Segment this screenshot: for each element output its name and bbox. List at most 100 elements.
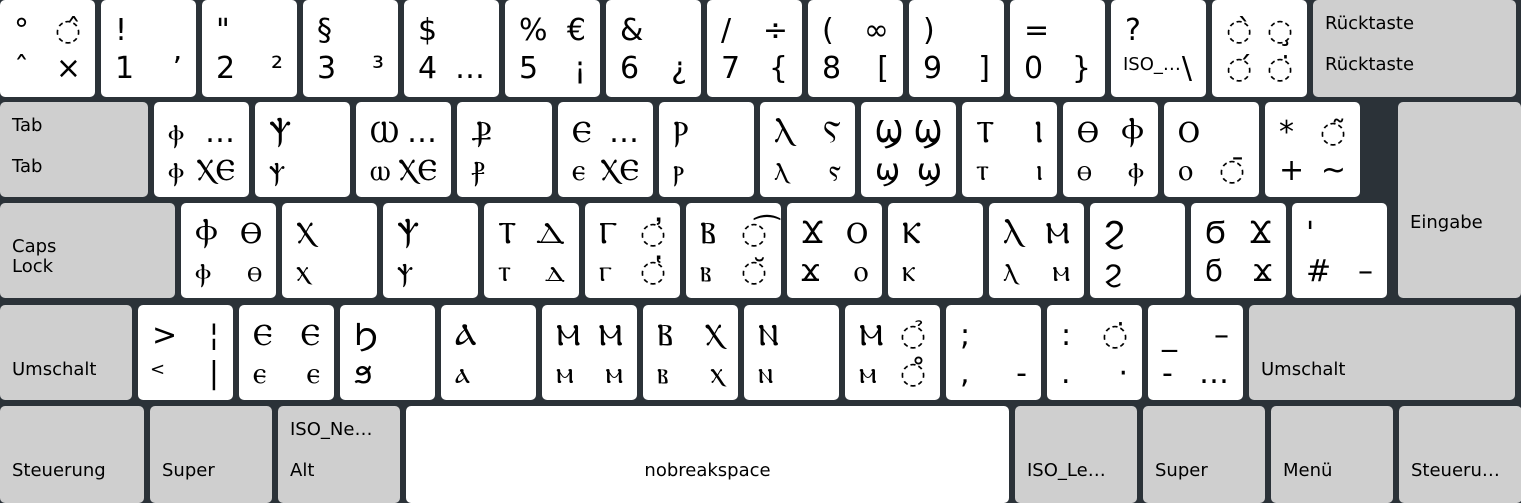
- key-l[interactable]: ⲖⲘⲗⲙ: [989, 203, 1084, 298]
- key-left-shift[interactable]: Umschalt: [0, 305, 132, 400]
- key-x[interactable]: Ϧϧ: [340, 305, 435, 400]
- key-label-shift: $: [418, 13, 438, 48]
- key-f[interactable]: ⲦⲆⲧⲇ: [484, 203, 579, 298]
- key-y[interactable]: ⲈⲈⲉ ⲉ: [239, 305, 334, 400]
- key-label-altgr: ·: [1118, 356, 1128, 391]
- key-left-ctrl[interactable]: Steuerung: [0, 406, 144, 503]
- key-h[interactable]: Ⲃ ◌͡ ⲃ ◌̆: [686, 203, 781, 298]
- key-label-altgr: ⲓ: [1035, 153, 1043, 188]
- key-label-altgr-shift: ¦: [208, 318, 219, 353]
- key-menu[interactable]: Menü: [1271, 406, 1393, 503]
- key-tab[interactable]: Tab Tab: [0, 102, 148, 197]
- key-label-base: 1: [115, 51, 135, 86]
- key-8[interactable]: (∞ 8 [: [808, 0, 903, 97]
- key-u[interactable]: ⲖⲊⲗ ⲋ: [760, 102, 855, 197]
- key-label-altgr-shift: –: [1214, 318, 1229, 353]
- key-right-alt[interactable]: ISO_Le…: [1015, 406, 1137, 503]
- key-3[interactable]: § 3 ³: [303, 0, 398, 97]
- key-t[interactable]: Ⲉ … ⲉ ⲬⲈ: [558, 102, 653, 197]
- key-label-bottom: Steuerung: [12, 460, 106, 481]
- key-left-super[interactable]: Super: [150, 406, 272, 503]
- key-label-base: ,: [960, 356, 970, 391]
- key-backspace[interactable]: Rücktaste Rücktaste: [1313, 0, 1516, 97]
- key-6[interactable]: & 6 ¿: [606, 0, 701, 97]
- key-enter[interactable]: Eingabe: [1398, 102, 1521, 298]
- key-odiaeresis[interactable]: Ϩϩ: [1090, 203, 1185, 298]
- key-label-shift: :: [1061, 318, 1072, 353]
- key-label-shift: ): [923, 13, 935, 48]
- key-9[interactable]: ) 9]: [909, 0, 1004, 97]
- key-label-shift: &: [620, 13, 644, 48]
- key-label-altgr-shift: ÷: [762, 13, 788, 48]
- key-plus[interactable]: * ◌̃ + ~: [1265, 102, 1360, 197]
- key-right-ctrl[interactable]: Steueru…: [1399, 406, 1521, 503]
- key-right-super[interactable]: Super: [1143, 406, 1265, 503]
- key-z[interactable]: Ⲣⲣ: [659, 102, 754, 197]
- key-adiaeresis[interactable]: ϬϪϭϫ: [1191, 203, 1286, 298]
- key-a[interactable]: ⲪⲐⲫⲑ: [181, 203, 276, 298]
- key-label-base: ⲃ: [657, 356, 669, 391]
- key-label: nobreakspace: [644, 460, 771, 481]
- key-7[interactable]: / ÷ 7 {: [707, 0, 802, 97]
- key-left-alt[interactable]: ISO_Ne… Alt: [278, 406, 400, 503]
- key-w[interactable]: Ⲯⲯ: [255, 102, 350, 197]
- key-m[interactable]: Ⲙ ◌̉ ⲙ ◌̊: [845, 305, 940, 400]
- key-v[interactable]: ⲘⲘⲙⲙ: [542, 305, 637, 400]
- key-label-altgr: ⲭ: [710, 356, 724, 391]
- key-label-shift: Ⲯ: [397, 216, 420, 251]
- key-space[interactable]: nobreakspace: [406, 406, 1009, 503]
- key-d[interactable]: Ⲯⲯ: [383, 203, 478, 298]
- key-0[interactable]: = 0}: [1010, 0, 1105, 97]
- key-c[interactable]: Ⲁⲁ: [441, 305, 536, 400]
- key-4[interactable]: $4…: [404, 0, 499, 97]
- key-label-shift: ': [1306, 216, 1315, 251]
- key-acute[interactable]: ◌̀ ◌̧ ◌́ ◌̇: [1212, 0, 1307, 97]
- key-period[interactable]: : ◌̇. ·: [1047, 305, 1142, 400]
- key-circumflex[interactable]: ° ◌̂ ˆ ×: [0, 0, 95, 97]
- key-label-altgr-shift: Ⲇ: [535, 216, 565, 251]
- key-label-shift: Ⲭ: [296, 216, 316, 251]
- key-label-shift: Ϭ: [1205, 216, 1226, 251]
- key-comma[interactable]: ;, -: [946, 305, 1041, 400]
- key-p[interactable]: ⲐⲪⲑⲫ: [1063, 102, 1158, 197]
- key-label-altgr-shift: Ϫ: [1248, 216, 1272, 251]
- key-label-altgr: ⲇ: [544, 254, 565, 289]
- key-o[interactable]: Ⲧ Ⲓⲧ ⲓ: [962, 102, 1057, 197]
- key-label-altgr: –: [1358, 254, 1373, 289]
- key-e[interactable]: Ⲱ… ⲱ ⲬⲈ: [356, 102, 451, 197]
- key-b[interactable]: ⲂⲬⲃ ⲭ: [643, 305, 738, 400]
- key-label-altgr: ⲑ: [247, 254, 262, 289]
- key-label-base: 3: [317, 51, 337, 86]
- key-label-base: 8: [822, 51, 842, 86]
- key-right-shift[interactable]: Umschalt: [1249, 305, 1515, 400]
- key-5[interactable]: % €5 ¡: [505, 0, 600, 97]
- key-s[interactable]: Ⲭⲭ: [282, 203, 377, 298]
- key-g[interactable]: Ⲅ ◌̓ ⲅ ◌̔: [585, 203, 680, 298]
- key-label-shift: *: [1279, 115, 1294, 150]
- key-1[interactable]: ! 1 ’: [101, 0, 196, 97]
- key-numbersign[interactable]: ' # –: [1292, 203, 1387, 298]
- key-r[interactable]: Ⳁⳁ: [457, 102, 552, 197]
- key-label-base: ⲭ: [296, 254, 310, 289]
- key-udiaeresis[interactable]: Ⲟⲟ ◌̄: [1164, 102, 1259, 197]
- key-j[interactable]: ϪⲞϫⲟ: [787, 203, 882, 298]
- key-label-base: 4: [418, 51, 438, 86]
- key-sharp-s[interactable]: ? ISO_… \: [1111, 0, 1206, 97]
- key-label-altgr: ³: [371, 51, 384, 86]
- key-label-shift: Ⲣ: [673, 115, 689, 150]
- key-n[interactable]: Ⲛⲛ: [744, 305, 839, 400]
- key-k[interactable]: Ⲕⲕ: [888, 203, 983, 298]
- key-label-base: ⲗ: [1003, 254, 1018, 289]
- key-less[interactable]: > ¦ < |: [138, 305, 233, 400]
- key-label-base: ⲯ: [269, 153, 286, 188]
- key-label-altgr: ¿: [671, 51, 687, 86]
- key-q[interactable]: ⲫ … ⲫ ⲬⲈ: [154, 102, 249, 197]
- key-label-base: +: [1279, 153, 1305, 188]
- key-label-altgr-shift: Ⲋ: [823, 115, 841, 150]
- key-minus[interactable]: _ – -…: [1148, 305, 1243, 400]
- key-label-altgr: ϫ: [1253, 254, 1272, 289]
- key-caps-lock[interactable]: Caps Lock: [0, 203, 175, 298]
- key-label-altgr: …: [1199, 356, 1229, 391]
- key-2[interactable]: " 2 ²: [202, 0, 297, 97]
- key-i[interactable]: ϢϢϣϣ: [861, 102, 956, 197]
